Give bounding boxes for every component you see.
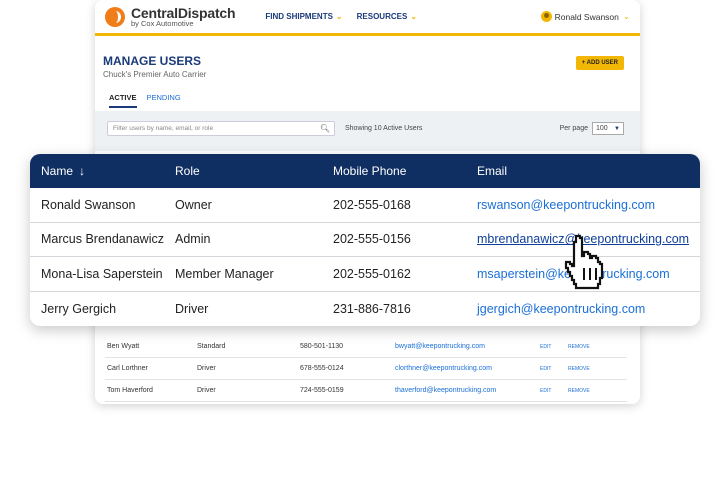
tab-active[interactable]: ACTIVE xyxy=(109,93,137,108)
top-navbar: CentralDispatch by Cox Automotive FIND S… xyxy=(95,0,640,36)
cell-phone: 580-501-1130 xyxy=(300,343,344,350)
user-tabs: ACTIVE PENDING xyxy=(103,93,632,108)
table-row: Ben Wyatt Standard 580-501-1130 bwyatt@k… xyxy=(105,336,627,358)
filter-bar: Filter users by name, email, or role 🔍︎ … xyxy=(95,111,640,151)
sort-down-arrow-icon: ↓ xyxy=(79,164,86,178)
showing-count: Showing 10 Active Users xyxy=(345,125,423,132)
edit-link[interactable]: EDIT xyxy=(540,388,568,394)
cell-phone: 678-555-0124 xyxy=(300,365,344,372)
cell-phone: 231-886-7816 xyxy=(333,301,411,316)
logo[interactable]: CentralDispatch by Cox Automotive xyxy=(105,4,236,28)
table-header: Name ↓ Role Mobile Phone Email xyxy=(30,154,700,188)
edit-link[interactable]: EDIT xyxy=(540,366,568,372)
cell-phone: 724-555-0159 xyxy=(300,387,344,394)
logo-subtitle: by Cox Automotive xyxy=(131,18,194,28)
column-header-name-label: Name xyxy=(41,164,74,178)
cell-name: Ronald Swanson xyxy=(41,197,136,212)
logo-title: CentralDispatch xyxy=(131,4,236,21)
caret-down-icon: ▼ xyxy=(614,125,620,132)
stage: CentralDispatch by Cox Automotive FIND S… xyxy=(0,0,725,485)
cell-role: Driver xyxy=(175,301,209,316)
column-header-name[interactable]: Name ↓ xyxy=(30,164,175,178)
edit-link[interactable]: EDIT xyxy=(540,344,568,350)
logo-text: CentralDispatch by Cox Automotive xyxy=(131,4,236,28)
cell-email-link[interactable]: bwyatt@keepontrucking.com xyxy=(395,343,540,350)
cell-name: Mona-Lisa Saperstein xyxy=(41,266,163,281)
nav-find-shipments-label: FIND SHIPMENTS xyxy=(265,12,333,21)
cell-email-link[interactable]: jgergich@keepontrucking.com xyxy=(477,302,697,316)
page-title: MANAGE USERS xyxy=(103,54,202,68)
chevron-down-icon: ⌄ xyxy=(410,12,418,21)
logo-icon xyxy=(105,6,125,27)
remove-link[interactable]: REMOVE xyxy=(568,344,608,350)
per-page-value: 100 xyxy=(596,125,608,132)
filter-placeholder: Filter users by name, email, or role xyxy=(113,125,214,132)
nav-resources[interactable]: RESOURCES ⌄ xyxy=(357,12,417,21)
cell-role: Member Manager xyxy=(175,266,274,281)
cell-email-link[interactable]: rswanson@keepontrucking.com xyxy=(477,198,697,212)
cell-name: Tom Haverford xyxy=(107,387,153,394)
chevron-down-icon: ⌄ xyxy=(335,12,343,21)
cell-role: Driver xyxy=(197,365,216,372)
column-header-phone[interactable]: Mobile Phone xyxy=(333,164,477,178)
per-page-control: Per page 100 ▼ xyxy=(560,122,624,135)
table-row: Ronald Swanson Owner 202-555-0168 rswans… xyxy=(30,188,700,223)
per-page-label: Per page xyxy=(559,125,588,132)
per-page-select[interactable]: 100 ▼ xyxy=(592,122,624,135)
cell-phone: 202-555-0162 xyxy=(333,266,411,281)
column-header-email[interactable]: Email xyxy=(477,164,697,178)
cell-name: Jerry Gergich xyxy=(41,301,117,316)
cell-email-link[interactable]: clorthner@keepontrucking.com xyxy=(395,365,540,372)
filter-input[interactable]: Filter users by name, email, or role 🔍︎ xyxy=(107,121,335,136)
column-header-role[interactable]: Role xyxy=(175,164,333,178)
cell-role: Owner xyxy=(175,197,212,212)
background-table-rows: Ben Wyatt Standard 580-501-1130 bwyatt@k… xyxy=(105,336,627,402)
user-menu[interactable]: Ronald Swanson ⌄ xyxy=(540,11,630,22)
main-nav: FIND SHIPMENTS ⌄ RESOURCES ⌄ xyxy=(265,12,431,21)
hand-pointer-cursor-icon xyxy=(564,234,604,290)
cell-phone: 202-555-0156 xyxy=(333,232,411,247)
cell-role: Standard xyxy=(197,343,226,350)
cell-name: Ben Wyatt xyxy=(107,343,140,350)
table-row: Jerry Gergich Driver 231-886-7816 jgergi… xyxy=(30,292,700,327)
cell-role: Driver xyxy=(197,387,216,394)
search-icon: 🔍︎ xyxy=(319,124,330,133)
page-header: MANAGE USERS Chuck's Premier Auto Carrie… xyxy=(95,36,640,108)
table-row: Tom Haverford Driver 724-555-0159 thaver… xyxy=(105,380,627,402)
page-subtitle: Chuck's Premier Auto Carrier xyxy=(103,70,207,79)
chevron-down-icon: ⌄ xyxy=(622,11,630,21)
remove-link[interactable]: REMOVE xyxy=(568,366,608,372)
add-user-button[interactable]: + ADD USER xyxy=(575,56,624,70)
cell-phone: 202-555-0168 xyxy=(333,197,411,212)
remove-link[interactable]: REMOVE xyxy=(568,388,608,394)
cell-name: Marcus Brendanawicz xyxy=(41,232,164,247)
nav-resources-label: RESOURCES xyxy=(356,12,408,21)
tab-pending[interactable]: PENDING xyxy=(147,93,181,108)
user-avatar-icon xyxy=(540,11,552,22)
nav-find-shipments[interactable]: FIND SHIPMENTS ⌄ xyxy=(265,12,342,21)
cell-name: Carl Lorthner xyxy=(107,365,148,372)
cell-email-link[interactable]: thaverford@keepontrucking.com xyxy=(395,387,540,394)
table-row: Carl Lorthner Driver 678-555-0124 clorth… xyxy=(105,358,627,380)
cell-role: Admin xyxy=(175,232,211,247)
user-name: Ronald Swanson xyxy=(554,11,619,22)
